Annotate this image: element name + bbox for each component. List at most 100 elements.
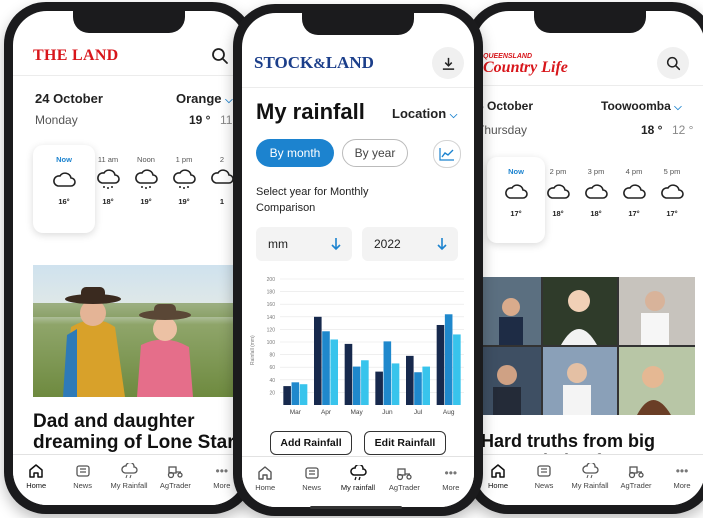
tab-by-year[interactable]: By year	[342, 139, 408, 167]
chart-y-tick-label: 140	[267, 315, 276, 321]
chart-gridlines	[280, 278, 464, 393]
chart-y-tick-label: 200	[267, 277, 276, 283]
chart-bar	[352, 366, 361, 405]
forecast-item: Now 17°	[497, 167, 535, 218]
nav-my-rainfall[interactable]: My Rainfall	[106, 455, 152, 505]
article-photo[interactable]	[33, 265, 243, 397]
chart-x-tick-label: Aug	[443, 409, 455, 416]
chart-x-tick-label: Jun	[382, 409, 393, 416]
chart-x-tick-label: Jul	[414, 409, 423, 416]
tab-by-month[interactable]: By month	[256, 139, 334, 167]
location-label: Toowoomba	[601, 99, 671, 113]
cloud-rain-icon	[567, 461, 613, 481]
cloud-icon	[505, 184, 528, 199]
more-icon: •••	[444, 466, 458, 480]
location-select[interactable]: Toowoomba ⌵	[601, 99, 682, 113]
chart-x-tick-label: May	[351, 409, 364, 416]
nav-my-rainfall[interactable]: My rainfall	[335, 457, 381, 507]
nav-news[interactable]: News	[288, 457, 334, 507]
edit-rainfall-button[interactable]: Edit Rainfall	[364, 431, 446, 455]
nav-news[interactable]: News	[521, 455, 567, 505]
chart-bar	[453, 334, 461, 405]
chevron-down-icon: ⌵	[225, 95, 233, 106]
chart-toggle-button[interactable]	[433, 140, 461, 168]
location-select[interactable]: Location ⌵	[392, 106, 457, 121]
cloud-icon	[585, 184, 608, 199]
nav-agtrader[interactable]: AgTrader	[381, 457, 427, 507]
bottom-nav: Home News My Rainfall AgTrader ••• More	[475, 454, 703, 505]
chart-bar	[314, 316, 322, 405]
chart-bar	[283, 386, 291, 405]
chart-y-tick-label: 20	[269, 390, 275, 396]
unit-value: mm	[268, 237, 288, 251]
news-icon	[288, 463, 334, 483]
nav-home[interactable]: Home	[13, 455, 59, 505]
forecast-item: 11 am 18°	[89, 155, 127, 206]
home-icon	[242, 463, 288, 483]
qcl-logo[interactable]: QUEENSLAND Country Life	[483, 53, 568, 76]
tractor-icon	[152, 461, 198, 481]
chart-bar	[444, 314, 453, 405]
chart-bar	[406, 355, 414, 405]
article-headline[interactable]: Dad and daughter dreaming of Lone Star	[33, 411, 245, 457]
the-land-logo[interactable]: THE LAND	[33, 47, 119, 65]
chart-y-tick-label: 100	[267, 340, 276, 346]
more-icon: •••	[675, 464, 689, 478]
location-select[interactable]: Orange ⌵	[176, 91, 233, 106]
chart-bar	[330, 339, 338, 405]
nav-agtrader[interactable]: AgTrader	[613, 455, 659, 505]
chart-y-tick-label: 160	[267, 302, 276, 308]
forecast-item: 3 pm 18°	[577, 167, 615, 218]
tractor-icon	[381, 463, 427, 483]
search-icon[interactable]	[211, 47, 229, 65]
download-button[interactable]	[432, 47, 464, 79]
temp-next: 12 °	[672, 123, 694, 137]
notch	[73, 11, 185, 33]
hourly-forecast[interactable]: Now 16° 11 am 18° Noon 19° 1 pm 19° 2 1	[45, 155, 245, 235]
add-rainfall-button[interactable]: Add Rainfall	[270, 431, 352, 455]
notch	[302, 13, 414, 35]
nav-home[interactable]: Home	[242, 457, 288, 507]
day-label: Monday	[35, 113, 78, 127]
nav-my-rainfall[interactable]: My Rainfall	[567, 455, 613, 505]
search-button[interactable]	[657, 47, 689, 79]
chart-bar	[322, 331, 330, 405]
cloud-rain-icon	[135, 169, 158, 189]
nav-more[interactable]: ••• More	[428, 457, 474, 507]
cloud-icon	[53, 172, 76, 187]
day-label: Thursday	[477, 123, 528, 137]
hourly-forecast[interactable]: Now 17° 2 pm 18° 3 pm 18° 4 pm 17° 5 pm	[497, 167, 703, 247]
article-photo-collage[interactable]	[481, 277, 695, 415]
chart-bar	[361, 360, 369, 405]
chevron-down-icon: ⌵	[674, 102, 682, 113]
nav-news[interactable]: News	[59, 455, 105, 505]
year-dropdown[interactable]: 2022	[362, 227, 458, 261]
temp-now: 18 °	[641, 123, 663, 137]
news-icon	[59, 461, 105, 481]
chart-x-tick-label: Mar	[290, 409, 302, 416]
bottom-nav: Home News My rainfall AgTrader ••• More	[242, 456, 474, 507]
chart-y-tick-label: 60	[269, 365, 275, 371]
chart-y-tick-label: 80	[269, 353, 275, 359]
right-phone: QUEENSLAND Country Life 6 October Toowoo…	[466, 2, 703, 514]
stock-land-logo[interactable]: STOCK&LAND	[254, 53, 374, 73]
forecast-item: Noon 19°	[127, 155, 165, 206]
nav-agtrader[interactable]: AgTrader	[152, 455, 198, 505]
unit-dropdown[interactable]: mm	[256, 227, 352, 261]
left-phone: THE LAND 24 October Orange ⌵ Monday 19 °…	[4, 2, 254, 514]
chart-bar	[383, 341, 392, 405]
forecast-item: 2 pm 18°	[539, 167, 577, 218]
search-icon	[666, 56, 680, 70]
chart-y-tick-label: 120	[267, 327, 276, 333]
logo-amp: &	[313, 56, 326, 72]
line-chart-icon	[439, 148, 454, 161]
forecast-item: 1 pm 19°	[165, 155, 203, 206]
cloud-rain-icon	[173, 169, 196, 189]
temp-now: 19 °	[189, 113, 211, 127]
arrow-down-icon	[437, 238, 447, 251]
nav-more[interactable]: ••• More	[659, 455, 703, 505]
date-label: 24 October	[35, 91, 103, 106]
notch	[534, 11, 646, 33]
logo-stock: STOCK	[254, 53, 314, 72]
left-screen: THE LAND 24 October Orange ⌵ Monday 19 °…	[13, 11, 245, 505]
